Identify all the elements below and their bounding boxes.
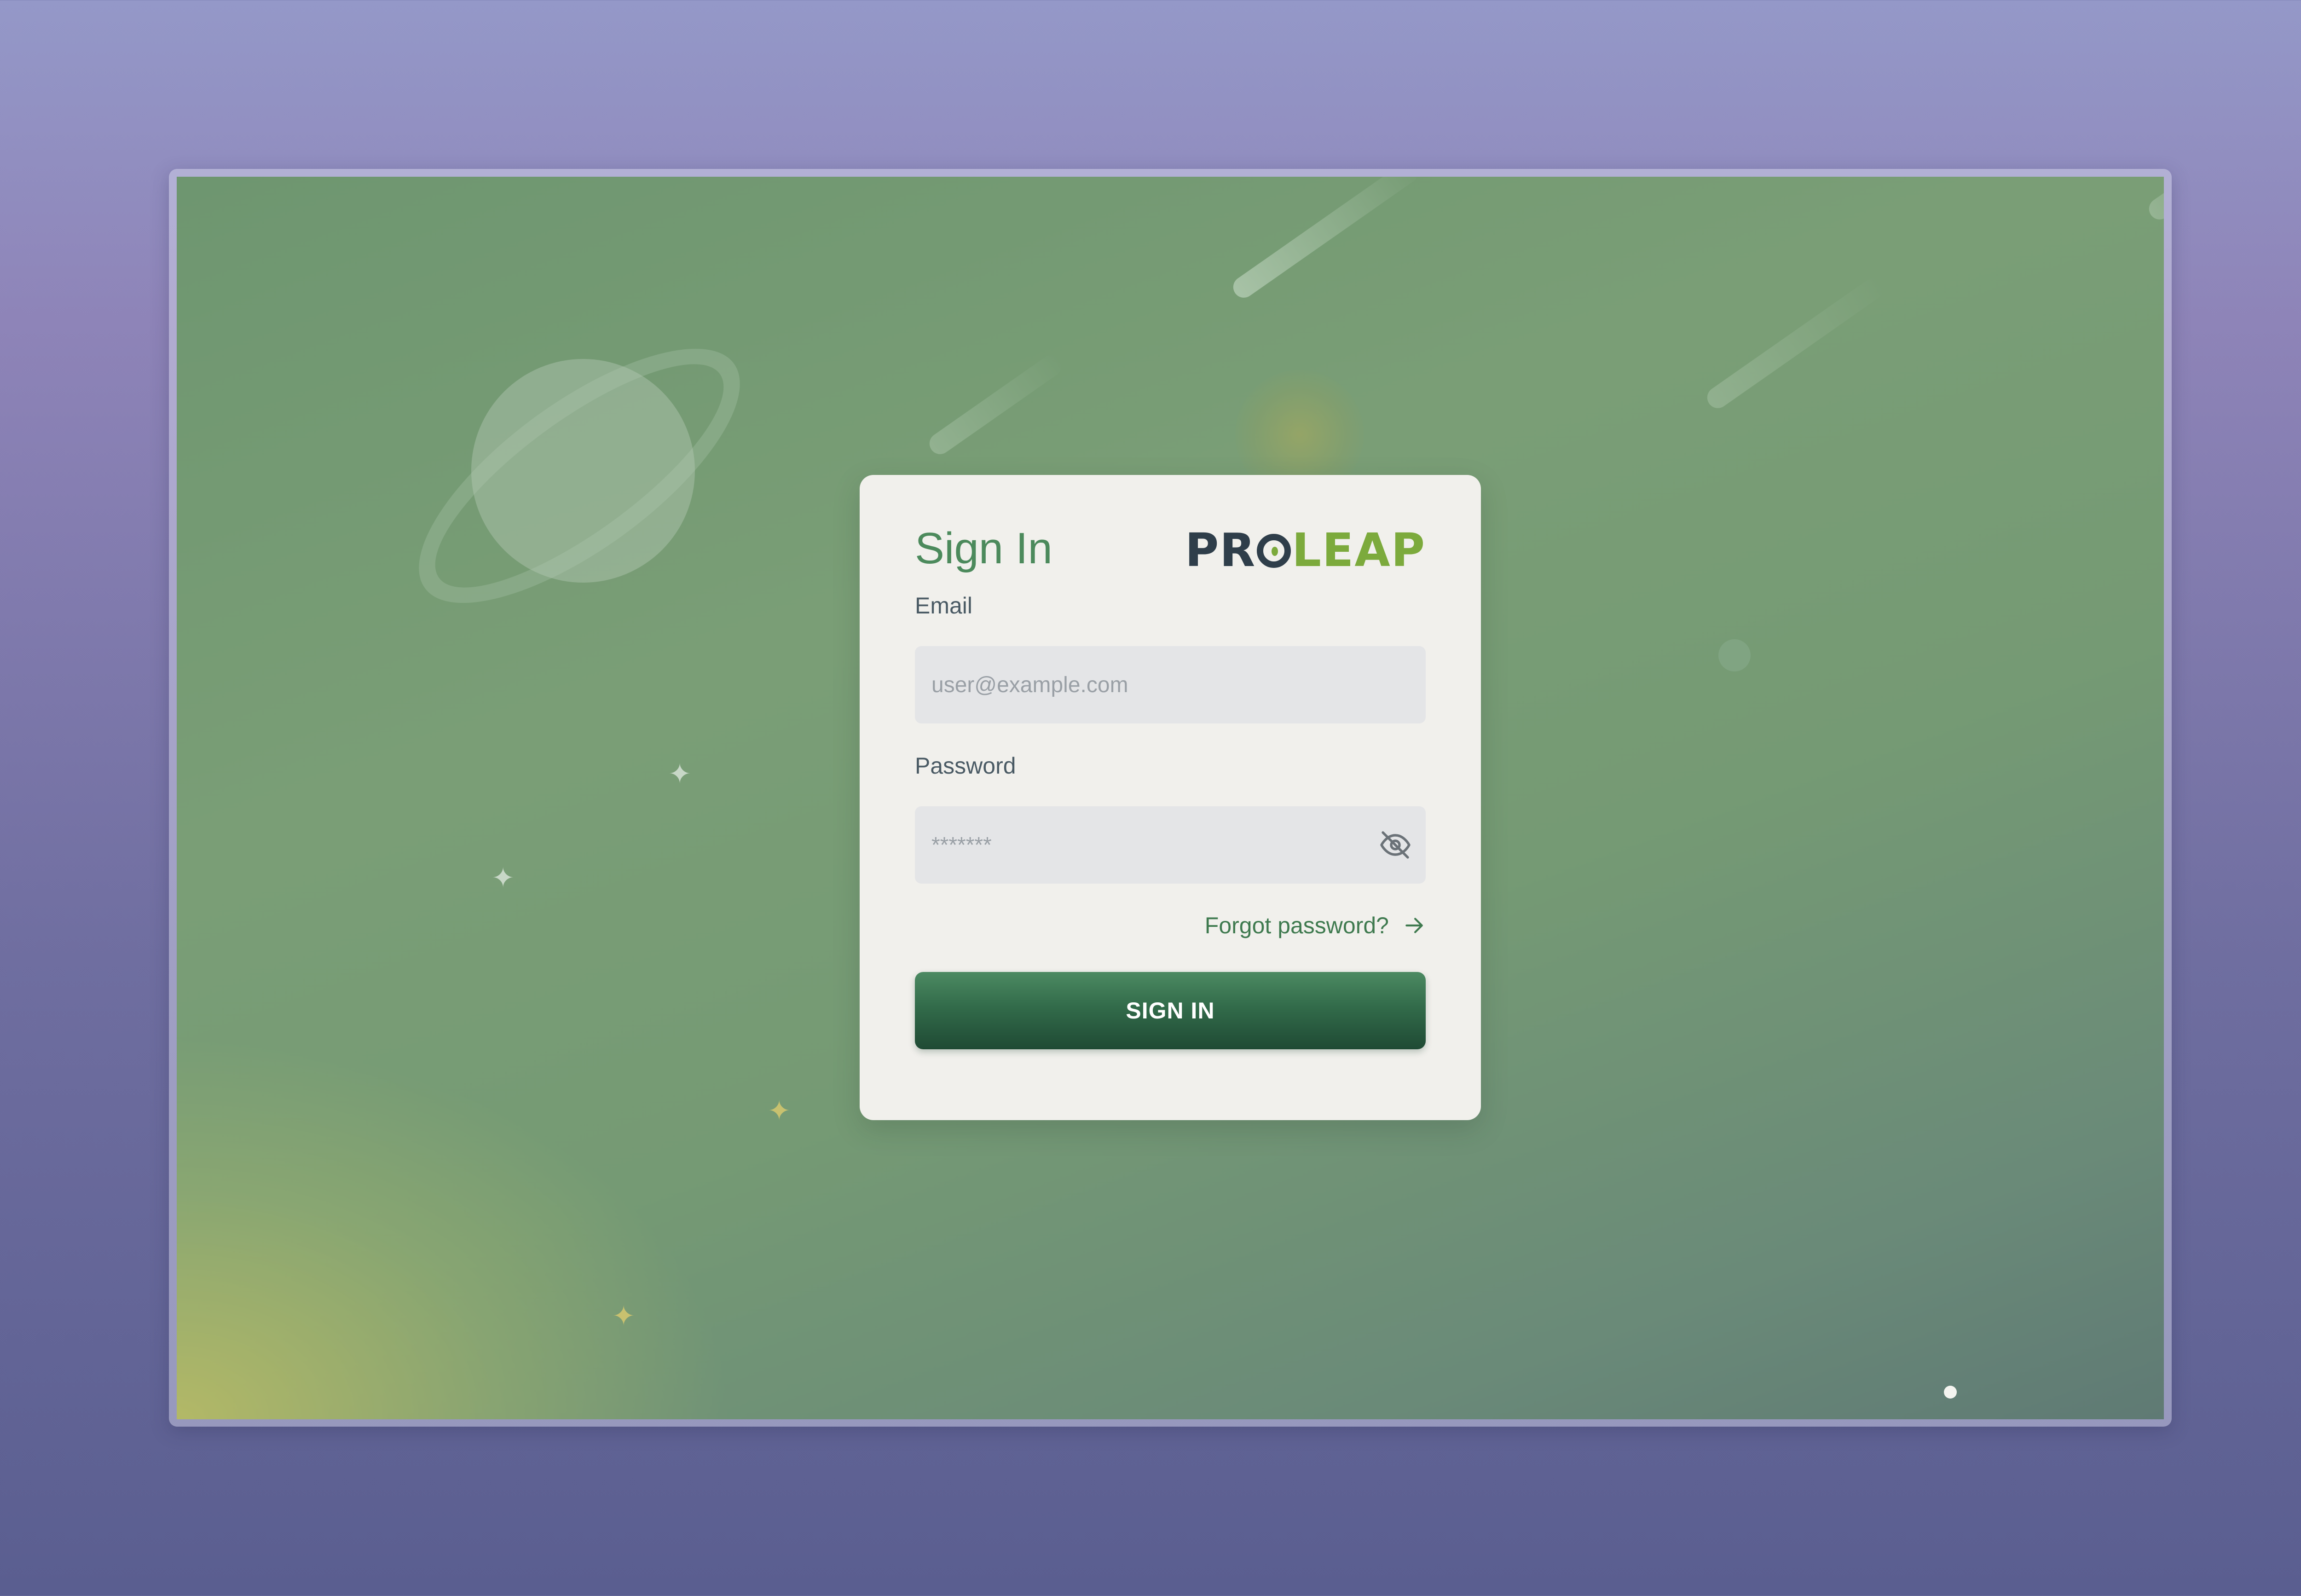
star-dot-decoration xyxy=(1944,1386,1957,1399)
forgot-password-label: Forgot password? xyxy=(1204,913,1389,938)
forgot-password-link[interactable]: Forgot password? xyxy=(1205,912,1426,939)
planet-decoration xyxy=(471,359,695,583)
faint-dot-decoration xyxy=(1718,639,1751,671)
password-label: Password xyxy=(915,753,1016,779)
logo-globe-icon xyxy=(1257,534,1291,568)
sparkle-icon: ✦ xyxy=(491,862,515,894)
password-field[interactable] xyxy=(915,806,1426,884)
meteor-streak xyxy=(1229,177,1422,302)
logo-pro-text: PR xyxy=(1185,523,1256,577)
sparkle-icon: ✦ xyxy=(612,1300,636,1332)
meteor-streak xyxy=(2145,177,2164,224)
proleap-logo: PR LEAP xyxy=(1185,527,1426,573)
background-scene: ✦ ✦ ✦ ✦ Sign In PRLEAP Email Password Fo… xyxy=(177,177,2164,1419)
eye-off-icon[interactable] xyxy=(1379,828,1412,862)
email-field[interactable] xyxy=(915,646,1426,723)
sparkle-icon: ✦ xyxy=(768,1095,791,1127)
logo-leap-text: LEAP xyxy=(1292,523,1426,577)
meteor-streak xyxy=(925,351,1066,458)
card-header: Sign In PR LEAP xyxy=(915,516,1426,581)
meteor-streak xyxy=(1703,273,1889,412)
page-title: Sign In xyxy=(915,524,1052,573)
sparkle-icon: ✦ xyxy=(668,758,692,790)
sign-in-button[interactable]: SIGN IN xyxy=(915,972,1426,1049)
signin-card: Sign In PRLEAP Email Password Forgot pas… xyxy=(860,475,1481,1120)
email-label: Email xyxy=(915,593,973,619)
arrow-right-icon xyxy=(1403,914,1426,937)
